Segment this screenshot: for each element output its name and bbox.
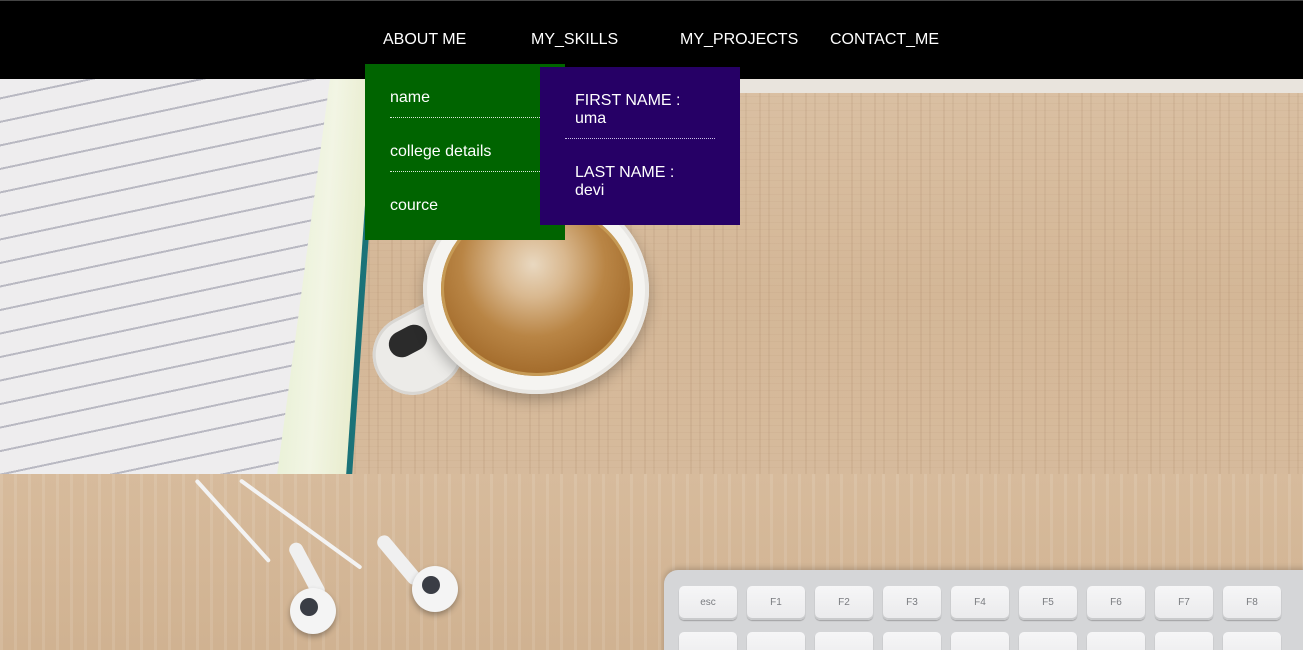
keyboard-key: F8 [1223,586,1281,620]
keyboard-key: F4 [951,586,1009,620]
notebook-page [0,79,330,474]
first-name-label: FIRST NAME : [575,92,681,109]
name-submenu: FIRST NAME : uma LAST NAME : devi [540,67,740,225]
keyboard-key [747,632,805,650]
desk-edge [700,79,1303,93]
keyboard: esc F1 F2 F3 F4 F5 F6 F7 F8 [664,570,1303,650]
keyboard-key [883,632,941,650]
keyboard-key [951,632,1009,650]
dropdown-divider [390,171,540,172]
keyboard-key [1087,632,1145,650]
keyboard-key [1019,632,1077,650]
about-me-dropdown: name college details cource [365,64,565,240]
dropdown-item-cource[interactable]: cource [390,197,540,215]
earbud-right [412,566,458,612]
dropdown-divider [390,117,540,118]
keyboard-key: F5 [1019,586,1077,620]
last-name-item[interactable]: LAST NAME : devi [575,164,715,200]
keyboard-key: F3 [883,586,941,620]
keyboard-key: F7 [1155,586,1213,620]
keyboard-key [1223,632,1281,650]
keyboard-key: F1 [747,586,805,620]
dropdown-item-college-details[interactable]: college details [390,143,540,161]
keyboard-key: F2 [815,586,873,620]
keyboard-key [1155,632,1213,650]
keyboard-key [679,632,737,650]
last-name-label: LAST NAME : [575,164,675,181]
first-name-value: uma [575,110,607,127]
nav-contact-me[interactable]: CONTACT_ME [830,31,939,49]
keyboard-key [815,632,873,650]
nav-my-skills[interactable]: MY_SKILLS [531,31,618,49]
earbud-left [290,588,336,634]
keyboard-key: F6 [1087,586,1145,620]
nav-about-me[interactable]: ABOUT ME [383,31,466,49]
keyboard-key: esc [679,586,737,620]
first-name-item[interactable]: FIRST NAME : uma [575,92,715,128]
last-name-value: devi [575,182,605,199]
submenu-divider [565,138,715,139]
nav-my-projects[interactable]: MY_PROJECTS [680,31,798,49]
dropdown-item-name[interactable]: name [390,89,540,107]
